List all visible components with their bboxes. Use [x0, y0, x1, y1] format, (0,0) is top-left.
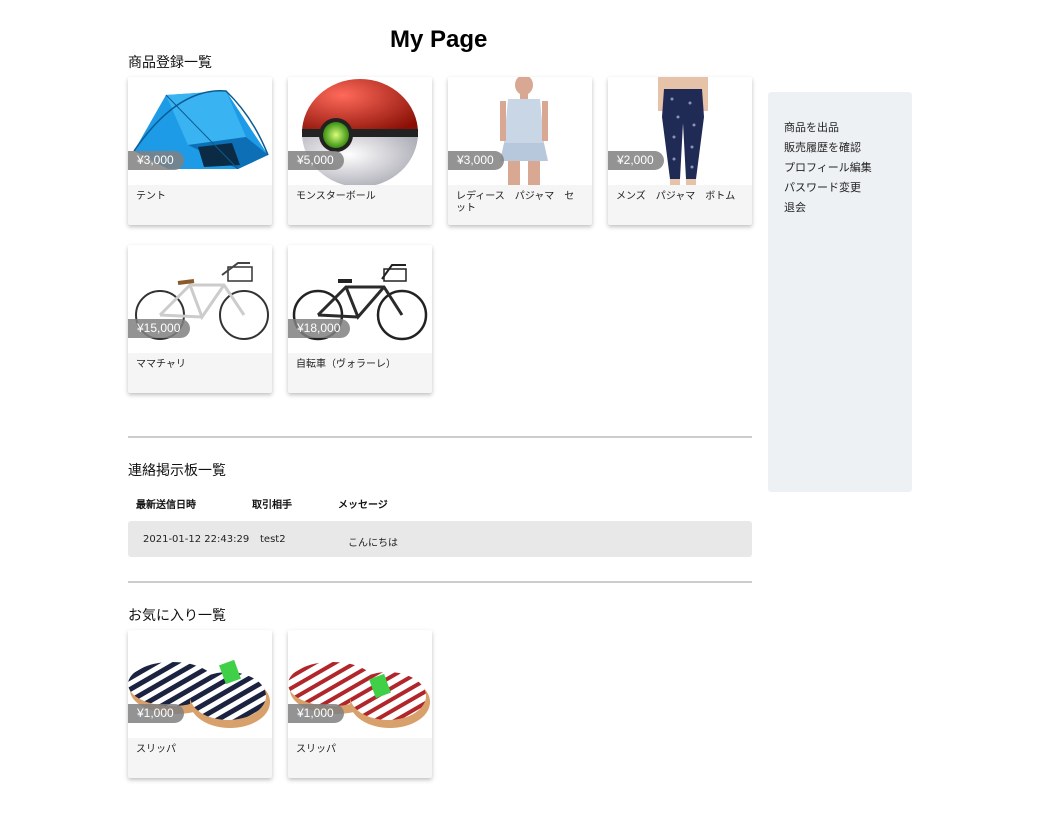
sidebar-item-change-password[interactable]: パスワード変更	[784, 178, 912, 198]
price-badge: ¥2,000	[608, 151, 664, 170]
product-name: モンスターボール	[296, 191, 376, 202]
product-card[interactable]: ¥2,000 メンズ パジャマ ボトム	[608, 77, 752, 225]
sidebar-item-sales-history[interactable]: 販売履歴を確認	[784, 138, 912, 158]
board-header-date: 最新送信日時	[136, 500, 196, 511]
product-card[interactable]: ¥18,000 自転車（ヴォラーレ）	[288, 245, 432, 393]
board-row-message: こんにちは	[348, 538, 398, 549]
board-heading: 連絡掲示板一覧	[128, 463, 226, 479]
page-title: My Page	[390, 26, 488, 53]
price-badge: ¥5,000	[288, 151, 344, 170]
sidebar-item-withdraw[interactable]: 退会	[784, 198, 912, 218]
product-name: スリッパ	[296, 744, 336, 755]
sidebar-item-sell[interactable]: 商品を出品	[784, 118, 912, 138]
price-badge: ¥1,000	[288, 704, 344, 723]
product-card[interactable]: ¥5,000 モンスターボール	[288, 77, 432, 225]
price-badge: ¥3,000	[448, 151, 504, 170]
product-card[interactable]: ¥15,000 ママチャリ	[128, 245, 272, 393]
board-header-partner: 取引相手	[252, 500, 292, 511]
section-divider	[128, 581, 752, 583]
product-name: 自転車（ヴォラーレ）	[296, 359, 396, 370]
product-name: レディース パジャマ セット	[456, 191, 575, 214]
favorite-card[interactable]: ¥1,000 スリッパ	[288, 630, 432, 778]
price-badge: ¥15,000	[128, 319, 191, 338]
product-card[interactable]: ¥3,000 レディース パジャマ セット	[448, 77, 592, 225]
sidebar: 商品を出品 販売履歴を確認 プロフィール編集 パスワード変更 退会	[768, 92, 912, 492]
price-badge: ¥1,000	[128, 704, 184, 723]
board-row[interactable]: 2021-01-12 22:43:29 test2 こんにちは	[128, 521, 752, 557]
board-row-partner: test2	[260, 534, 286, 545]
sidebar-menu: 商品を出品 販売履歴を確認 プロフィール編集 パスワード変更 退会	[768, 92, 912, 218]
board-header-message: メッセージ	[338, 500, 388, 511]
favorites-heading: お気に入り一覧	[128, 608, 226, 624]
product-name: テント	[136, 191, 166, 202]
listed-products-heading: 商品登録一覧	[128, 55, 212, 71]
board-row-date: 2021-01-12 22:43:29	[143, 534, 250, 545]
product-name: メンズ パジャマ ボトム	[616, 191, 736, 202]
product-card[interactable]: ¥3,000 テント	[128, 77, 272, 225]
price-badge: ¥3,000	[128, 151, 184, 170]
sidebar-item-edit-profile[interactable]: プロフィール編集	[784, 158, 912, 178]
product-name: ママチャリ	[136, 359, 186, 370]
price-badge: ¥18,000	[288, 319, 351, 338]
section-divider	[128, 436, 752, 438]
product-name: スリッパ	[136, 744, 176, 755]
favorite-card[interactable]: ¥1,000 スリッパ	[128, 630, 272, 778]
